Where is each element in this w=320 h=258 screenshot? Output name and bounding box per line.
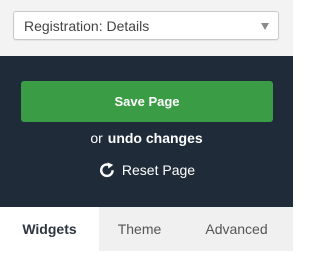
chevron-down-icon	[261, 23, 269, 30]
refresh-icon	[98, 161, 116, 179]
page-actions-panel: Save Page or undo changes Reset Page	[0, 56, 293, 207]
page-select-dropdown[interactable]: Registration: Details	[13, 11, 279, 40]
tab-theme[interactable]: Theme	[99, 207, 180, 251]
tab-advanced[interactable]: Advanced	[180, 207, 293, 251]
tab-widgets[interactable]: Widgets	[0, 207, 99, 251]
save-page-button[interactable]: Save Page	[21, 81, 273, 122]
or-text: or	[90, 130, 103, 146]
page-selector-bar: Registration: Details	[0, 0, 293, 56]
reset-page-label: Reset Page	[121, 162, 196, 178]
panel-tabs: Widgets Theme Advanced	[0, 207, 293, 251]
bottom-strip	[0, 251, 293, 258]
reset-page-button[interactable]: Reset Page	[0, 160, 293, 180]
page-select-value: Registration: Details	[24, 18, 150, 34]
undo-changes-link[interactable]: undo changes	[108, 130, 203, 146]
undo-row: or undo changes	[0, 130, 293, 146]
